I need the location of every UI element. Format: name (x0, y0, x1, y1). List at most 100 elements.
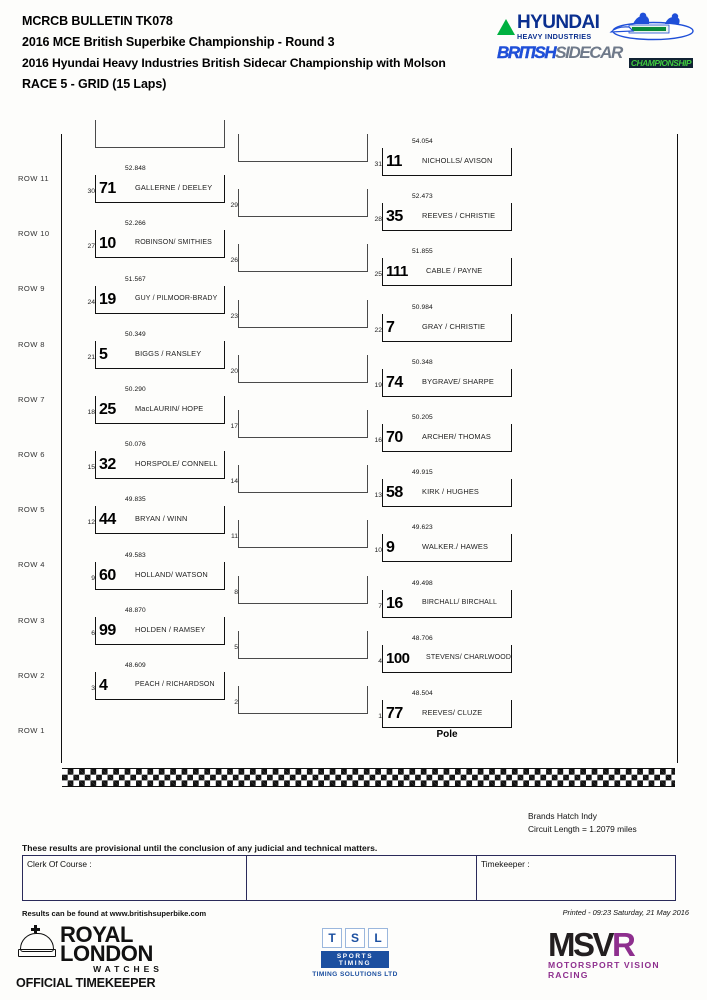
grid-position-number: 21 (87, 353, 95, 361)
grid-lap-time: 50.348 (412, 358, 433, 366)
grid-rider-names: STEVENS/ CHARLWOOD (426, 653, 512, 661)
championship-title: 2016 MCE British Superbike Championship … (22, 35, 335, 49)
grid-row-label: ROW 9 (18, 284, 45, 294)
grid-rider-number: 71 (99, 180, 116, 198)
grid-rider-names: REEVES/ CLUZE (422, 708, 483, 717)
tsl-letter-tile: T (322, 928, 342, 948)
tsl-letter-tile: L (368, 928, 388, 948)
grid-row-label: ROW 5 (18, 505, 45, 515)
grid-rider-number: 7 (386, 318, 395, 336)
tsl-letter-tile: S (345, 928, 365, 948)
sponsor-logo-header: HYUNDAI HEAVY INDUSTRIES BRITISHSIDECAR … (497, 12, 697, 70)
grid-row-label: ROW 10 (18, 229, 50, 239)
sidecar-illustration-icon (603, 12, 695, 42)
grid-position-number: 24 (87, 298, 95, 306)
grid-lap-time: 49.583 (125, 551, 146, 559)
grid-lap-time: 52.848 (125, 165, 146, 173)
grid-position-number: 12 (87, 519, 95, 527)
grid-position-number: 17 (230, 423, 238, 430)
grid-rider-number: 5 (99, 345, 108, 363)
grid-lap-time: 48.870 (125, 606, 146, 614)
signature-table: Clerk Of Course : Timekeeper : (22, 855, 676, 901)
grid-lap-time: 50.076 (125, 441, 146, 449)
grid-lap-time: 48.504 (412, 690, 433, 697)
grid-rider-number: 70 (386, 429, 403, 446)
grid-position-number: 20 (230, 367, 238, 375)
grid-slot-box (238, 189, 368, 218)
grid-position-number: 22 (374, 326, 382, 334)
grid-position-number: 5 (234, 643, 238, 651)
grid-rider-names: BIRCHALL/ BIRCHALL (422, 598, 498, 606)
hyundai-triangle-icon (497, 19, 515, 35)
grid-position-number: 31 (374, 161, 382, 168)
grid-row-label: ROW 3 (18, 615, 45, 625)
grid-rider-names: ARCHER/ THOMAS (422, 432, 491, 441)
grid-row-label: ROW 7 (18, 394, 45, 404)
grid-position-number: 14 (230, 478, 238, 486)
grid-lap-time: 51.855 (412, 248, 433, 256)
grid-rider-number: 11 (386, 153, 402, 170)
grid-position-number: 10 (374, 547, 382, 555)
clerk-of-course-label: Clerk Of Course : (27, 859, 92, 869)
sidecar-wordmark: SIDECAR (555, 43, 623, 62)
grid-lap-time: 48.706 (412, 634, 433, 642)
circuit-info: Brands Hatch Indy Circuit Length = 1.207… (528, 810, 637, 836)
hyundai-wordmark: HYUNDAI (517, 12, 600, 34)
grid-rider-number: 74 (386, 373, 403, 391)
grid-rider-names: CABLE / PAYNE (426, 266, 483, 276)
grid-rider-number: 25 (99, 401, 116, 418)
hyundai-subtitle: HEAVY INDUSTRIES (517, 32, 592, 42)
grid-rider-number: 44 (99, 511, 116, 529)
grid-lap-time: 54.054 (412, 138, 433, 145)
grid-position-number: 9 (91, 574, 95, 582)
british-sidecar-logo: BRITISHSIDECAR CHAMPIONSHIP (497, 43, 697, 69)
tsl-letter-tiles: TSL (305, 928, 405, 948)
grid-rider-names: BYGRAVE/ SHARPE (422, 376, 494, 386)
grid-row-label: ROW 8 (18, 339, 45, 349)
grid-rider-names: BIGGS / RANSLEY (135, 348, 202, 358)
grid-lap-time: 50.290 (125, 386, 146, 393)
series-title: 2016 Hyundai Heavy Industries British Si… (22, 56, 446, 70)
grid-rider-number: 60 (99, 566, 116, 584)
grid-rider-names: WALKER./ HAWES (422, 542, 489, 552)
grid-slot-box (238, 465, 368, 494)
grid-slot-box (238, 410, 368, 438)
signature-middle-cell[interactable] (247, 856, 477, 900)
grid-rider-names: REEVES / CHRISTIE (422, 211, 496, 221)
grid-rider-number: 32 (99, 456, 116, 474)
start-finish-checker-strip (62, 768, 675, 787)
grid-rider-names: HOLDEN / RAMSEY (135, 624, 206, 634)
tsl-company-name: TIMING SOLUTIONS LTD (312, 971, 398, 978)
grid-position-number: 26 (230, 257, 238, 265)
msvr-r-text: R (612, 926, 636, 963)
tsl-sports-timing-bar: SPORTS TIMING (321, 951, 389, 968)
grid-rider-number: 19 (99, 290, 116, 308)
bulletin-title: MCRCB BULLETIN TK078 (22, 14, 173, 28)
grid-rider-number: 10 (99, 235, 116, 253)
grid-lap-time: 50.984 (412, 303, 433, 311)
grid-position-number: 13 (374, 492, 382, 500)
grid-rider-number: 9 (386, 539, 395, 557)
grid-position-number: 8 (234, 588, 238, 596)
grid-rider-number: 111 (386, 263, 408, 281)
msvr-wordmark: MSVR (548, 928, 693, 961)
grid-position-number: 3 (91, 685, 95, 692)
clerk-of-course-cell[interactable]: Clerk Of Course : (23, 856, 247, 900)
grid-rider-names: ROBINSON/ SMITHIES (135, 239, 212, 247)
grid-rider-names: NICHOLLS/ AVISON (422, 156, 493, 165)
race-title: RACE 5 - GRID (15 Laps) (22, 77, 167, 91)
grid-slot-box (95, 120, 225, 148)
timekeeper-cell[interactable]: Timekeeper : (477, 856, 675, 900)
printed-timestamp: Printed - 09:23 Saturday, 21 May 2016 (562, 908, 689, 917)
results-url[interactable]: Results can be found at www.britishsuper… (22, 909, 206, 918)
grid-lap-time: 49.623 (412, 524, 433, 532)
grid-rider-number: 16 (386, 594, 403, 612)
grid-lap-time: 49.835 (125, 496, 146, 504)
grid-row-label: ROW 4 (18, 560, 45, 570)
grid-lap-time: 48.609 (125, 662, 146, 669)
grid-slot-box (238, 244, 368, 273)
championship-wordmark: CHAMPIONSHIP (628, 58, 693, 68)
grid-rider-names: GRAY / CHRISTIE (422, 321, 486, 331)
grid-position-number: 16 (374, 437, 382, 444)
grid-lap-time: 50.205 (412, 414, 433, 421)
